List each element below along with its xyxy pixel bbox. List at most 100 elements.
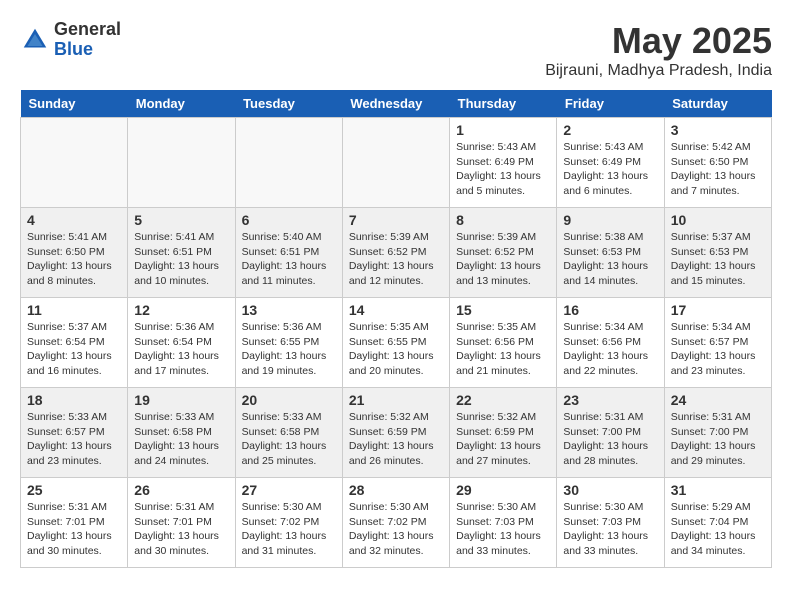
day-info: Sunrise: 5:36 AM Sunset: 6:54 PM Dayligh… (134, 320, 228, 379)
day-number: 12 (134, 302, 228, 318)
calendar-cell: 22Sunrise: 5:32 AM Sunset: 6:59 PM Dayli… (450, 388, 557, 478)
day-info: Sunrise: 5:41 AM Sunset: 6:51 PM Dayligh… (134, 230, 228, 289)
calendar-cell: 10Sunrise: 5:37 AM Sunset: 6:53 PM Dayli… (664, 208, 771, 298)
calendar-cell: 19 Sunrise: 5:33 AM Sunset: 6:58 PM Dayli… (128, 388, 235, 478)
day-number: 19 (134, 392, 228, 408)
day-number: 24 (671, 392, 765, 408)
page-header: General Blue May 2025 Bijrauni, Madhya P… (20, 20, 772, 80)
day-info: Sunrise: 5:37 AM Sunset: 6:53 PM Dayligh… (671, 230, 765, 289)
logo-general-text: General (54, 20, 121, 40)
day-number: 1 (456, 122, 550, 138)
logo: General Blue (20, 20, 121, 60)
day-info: Sunrise: 5:42 AM Sunset: 6:50 PM Dayligh… (671, 140, 765, 199)
day-number: 13 (242, 302, 336, 318)
day-number: 18 (27, 392, 121, 408)
day-header-monday: Monday (128, 90, 235, 118)
location-text: Bijrauni, Madhya Pradesh, India (545, 62, 772, 80)
day-number: 26 (134, 482, 228, 498)
day-number: 15 (456, 302, 550, 318)
calendar-cell: 30 Sunrise: 5:30 AM Sunset: 7:03 PM Dayli… (557, 478, 664, 568)
calendar-cell: 2 Sunrise: 5:43 AM Sunset: 6:49 PM Daylig… (557, 118, 664, 208)
day-info: Sunrise: 5:41 AM Sunset: 6:50 PM Dayligh… (27, 230, 121, 289)
day-info: Sunrise: 5:39 AM Sunset: 6:52 PM Dayligh… (349, 230, 443, 289)
calendar-cell: 6Sunrise: 5:40 AM Sunset: 6:51 PM Daylig… (235, 208, 342, 298)
day-number: 31 (671, 482, 765, 498)
day-info: Sunrise: 5:36 AM Sunset: 6:55 PM Dayligh… (242, 320, 336, 379)
calendar-cell: 5Sunrise: 5:41 AM Sunset: 6:51 PM Daylig… (128, 208, 235, 298)
day-info: Sunrise: 5:43 AM Sunset: 6:49 PM Dayligh… (563, 140, 657, 199)
calendar-cell: 24 Sunrise: 5:31 AM Sunset: 7:00 PM Dayli… (664, 388, 771, 478)
day-number: 21 (349, 392, 443, 408)
calendar-cell: 23Sunrise: 5:31 AM Sunset: 7:00 PM Dayli… (557, 388, 664, 478)
day-info: Sunrise: 5:31 AM Sunset: 7:00 PM Dayligh… (671, 410, 765, 469)
day-number: 22 (456, 392, 550, 408)
day-header-thursday: Thursday (450, 90, 557, 118)
calendar-cell: 14 Sunrise: 5:35 AM Sunset: 6:55 PM Dayli… (342, 298, 449, 388)
calendar-cell (21, 118, 128, 208)
day-number: 7 (349, 212, 443, 228)
month-title: May 2025 (545, 20, 772, 62)
day-info: Sunrise: 5:31 AM Sunset: 7:01 PM Dayligh… (134, 500, 228, 559)
day-number: 2 (563, 122, 657, 138)
day-number: 20 (242, 392, 336, 408)
calendar-cell: 18Sunrise: 5:33 AM Sunset: 6:57 PM Dayli… (21, 388, 128, 478)
day-info: Sunrise: 5:34 AM Sunset: 6:57 PM Dayligh… (671, 320, 765, 379)
day-info: Sunrise: 5:40 AM Sunset: 6:51 PM Dayligh… (242, 230, 336, 289)
week-row-4: 18Sunrise: 5:33 AM Sunset: 6:57 PM Dayli… (21, 388, 772, 478)
calendar-cell: 12 Sunrise: 5:36 AM Sunset: 6:54 PM Dayli… (128, 298, 235, 388)
week-row-1: 1 Sunrise: 5:43 AM Sunset: 6:49 PM Daylig… (21, 118, 772, 208)
calendar-cell: 15 Sunrise: 5:35 AM Sunset: 6:56 PM Dayli… (450, 298, 557, 388)
calendar-cell: 11Sunrise: 5:37 AM Sunset: 6:54 PM Dayli… (21, 298, 128, 388)
day-info: Sunrise: 5:35 AM Sunset: 6:55 PM Dayligh… (349, 320, 443, 379)
week-row-3: 11Sunrise: 5:37 AM Sunset: 6:54 PM Dayli… (21, 298, 772, 388)
day-info: Sunrise: 5:30 AM Sunset: 7:03 PM Dayligh… (563, 500, 657, 559)
calendar-cell: 7 Sunrise: 5:39 AM Sunset: 6:52 PM Daylig… (342, 208, 449, 298)
day-number: 16 (563, 302, 657, 318)
logo-icon (20, 25, 50, 55)
day-info: Sunrise: 5:34 AM Sunset: 6:56 PM Dayligh… (563, 320, 657, 379)
calendar-cell: 26 Sunrise: 5:31 AM Sunset: 7:01 PM Dayli… (128, 478, 235, 568)
week-row-5: 25 Sunrise: 5:31 AM Sunset: 7:01 PM Dayli… (21, 478, 772, 568)
day-number: 29 (456, 482, 550, 498)
title-section: May 2025 Bijrauni, Madhya Pradesh, India (545, 20, 772, 80)
calendar-cell: 28Sunrise: 5:30 AM Sunset: 7:02 PM Dayli… (342, 478, 449, 568)
day-number: 27 (242, 482, 336, 498)
calendar-cell (128, 118, 235, 208)
calendar-cell: 17Sunrise: 5:34 AM Sunset: 6:57 PM Dayli… (664, 298, 771, 388)
calendar-table: SundayMondayTuesdayWednesdayThursdayFrid… (20, 90, 772, 568)
day-info: Sunrise: 5:39 AM Sunset: 6:52 PM Dayligh… (456, 230, 550, 289)
calendar-cell: 27 Sunrise: 5:30 AM Sunset: 7:02 PM Dayli… (235, 478, 342, 568)
day-number: 3 (671, 122, 765, 138)
calendar-cell (235, 118, 342, 208)
calendar-cell: 9 Sunrise: 5:38 AM Sunset: 6:53 PM Daylig… (557, 208, 664, 298)
day-number: 4 (27, 212, 121, 228)
day-number: 30 (563, 482, 657, 498)
day-info: Sunrise: 5:30 AM Sunset: 7:02 PM Dayligh… (242, 500, 336, 559)
calendar-cell: 21Sunrise: 5:32 AM Sunset: 6:59 PM Dayli… (342, 388, 449, 478)
day-number: 9 (563, 212, 657, 228)
day-number: 11 (27, 302, 121, 318)
day-number: 28 (349, 482, 443, 498)
week-row-2: 4 Sunrise: 5:41 AM Sunset: 6:50 PM Daylig… (21, 208, 772, 298)
day-info: Sunrise: 5:30 AM Sunset: 7:03 PM Dayligh… (456, 500, 550, 559)
day-header-friday: Friday (557, 90, 664, 118)
day-info: Sunrise: 5:29 AM Sunset: 7:04 PM Dayligh… (671, 500, 765, 559)
day-info: Sunrise: 5:31 AM Sunset: 7:01 PM Dayligh… (27, 500, 121, 559)
calendar-cell: 8 Sunrise: 5:39 AM Sunset: 6:52 PM Daylig… (450, 208, 557, 298)
day-number: 8 (456, 212, 550, 228)
calendar-cell: 29 Sunrise: 5:30 AM Sunset: 7:03 PM Dayli… (450, 478, 557, 568)
calendar-cell: 4 Sunrise: 5:41 AM Sunset: 6:50 PM Daylig… (21, 208, 128, 298)
day-info: Sunrise: 5:35 AM Sunset: 6:56 PM Dayligh… (456, 320, 550, 379)
calendar-cell: 3 Sunrise: 5:42 AM Sunset: 6:50 PM Daylig… (664, 118, 771, 208)
day-info: Sunrise: 5:43 AM Sunset: 6:49 PM Dayligh… (456, 140, 550, 199)
day-info: Sunrise: 5:33 AM Sunset: 6:58 PM Dayligh… (134, 410, 228, 469)
day-header-wednesday: Wednesday (342, 90, 449, 118)
day-number: 14 (349, 302, 443, 318)
logo-blue-text: Blue (54, 40, 121, 60)
calendar-cell: 20Sunrise: 5:33 AM Sunset: 6:58 PM Dayli… (235, 388, 342, 478)
calendar-cell: 13 Sunrise: 5:36 AM Sunset: 6:55 PM Dayli… (235, 298, 342, 388)
calendar-cell: 25 Sunrise: 5:31 AM Sunset: 7:01 PM Dayli… (21, 478, 128, 568)
calendar-cell: 16 Sunrise: 5:34 AM Sunset: 6:56 PM Dayli… (557, 298, 664, 388)
day-info: Sunrise: 5:38 AM Sunset: 6:53 PM Dayligh… (563, 230, 657, 289)
day-number: 25 (27, 482, 121, 498)
